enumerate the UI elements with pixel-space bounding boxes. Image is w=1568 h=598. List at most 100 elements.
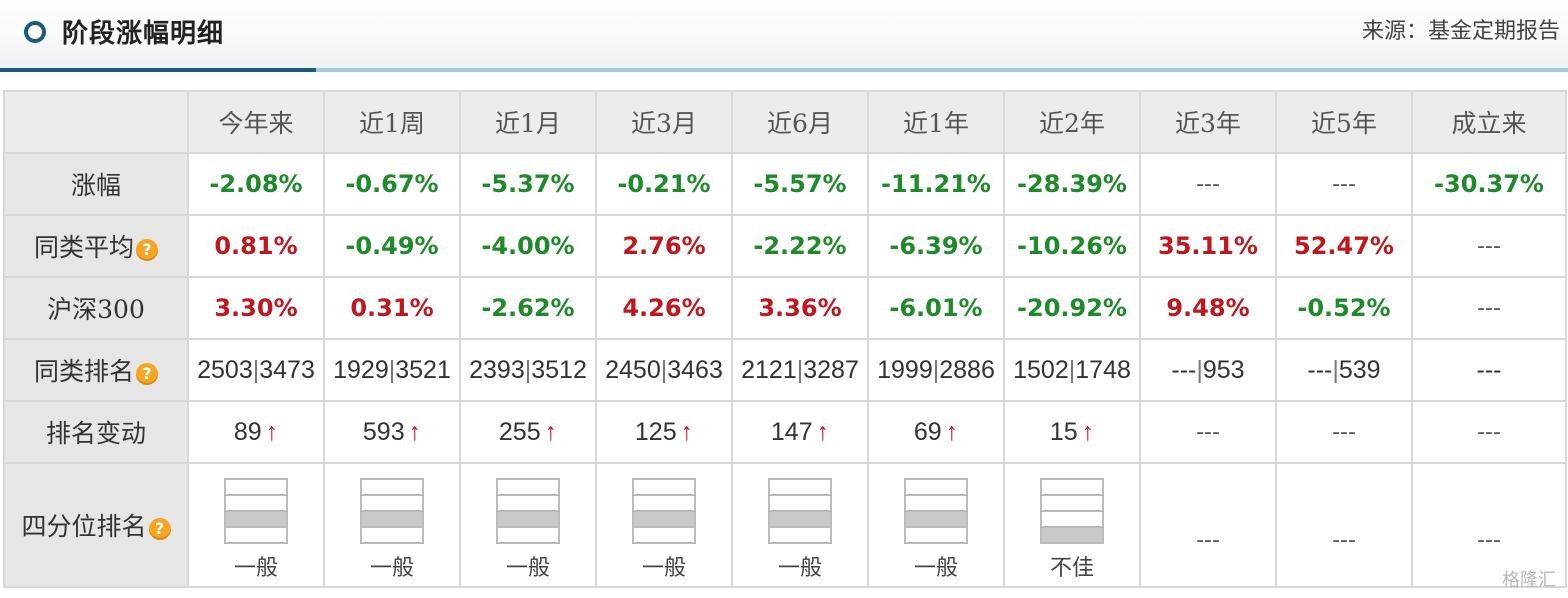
up-arrow-icon: ↑ xyxy=(945,417,959,446)
rank-change-cell: 69 ↑ xyxy=(867,400,1005,464)
rank-value: --- xyxy=(1307,355,1333,384)
value-cell: -6.01% xyxy=(867,276,1005,340)
quartile-segment xyxy=(634,496,694,512)
value-cell: 4.26% xyxy=(595,276,733,340)
rank-change-value: 593 xyxy=(362,417,405,446)
quartile-segment xyxy=(770,496,830,512)
gain-row: 涨幅 -2.08% -0.67% -5.37% -0.21% -5.57% -11.21%… xyxy=(3,152,1567,216)
value-cell: --- xyxy=(1411,276,1567,340)
quartile-label: 一般 xyxy=(913,556,958,581)
rank-total: 3521 xyxy=(395,355,451,384)
rank-cell: 2450|3463 xyxy=(595,338,733,402)
row-label-peer-rank: 同类排名? xyxy=(3,338,189,402)
value-cell: -30.37% xyxy=(1411,152,1567,216)
rank-total: 3287 xyxy=(803,355,859,384)
column-header: 近3年 xyxy=(1139,90,1277,154)
help-icon[interactable]: ? xyxy=(136,362,158,385)
rank-value: 2503 xyxy=(197,355,253,384)
quartile-chart xyxy=(904,478,968,544)
column-header: 今年来 xyxy=(187,90,325,154)
quartile-chart xyxy=(768,478,832,544)
rank-cell: ---|539 xyxy=(1275,338,1413,402)
rank-change-cell: --- xyxy=(1275,400,1413,464)
quartile-label: 一般 xyxy=(641,556,686,581)
value-cell: -6.39% xyxy=(867,214,1005,278)
quartile-cell: --- xyxy=(1275,462,1413,588)
rank-total: 3463 xyxy=(667,355,723,384)
quartile-chart xyxy=(224,478,288,544)
rank-change-value: --- xyxy=(1332,419,1356,445)
quartile-segment xyxy=(498,496,558,512)
csi300-row: 沪深300 3.30% 0.31% -2.62% 4.26% 3.36% -6.01% -2… xyxy=(3,276,1567,340)
value-cell: -2.08% xyxy=(187,152,325,216)
rank-cell: 2393|3512 xyxy=(459,338,597,402)
help-icon[interactable]: ? xyxy=(136,238,158,261)
quartile-segment xyxy=(226,496,286,512)
column-header: 近1年 xyxy=(867,90,1005,154)
quartile-label: 一般 xyxy=(233,556,278,581)
help-icon[interactable]: ? xyxy=(148,517,171,540)
section-title: 阶段涨幅明细 xyxy=(62,19,225,49)
header-rule xyxy=(316,68,1568,72)
value-cell: 3.30% xyxy=(187,276,325,340)
value-cell: -28.39% xyxy=(1003,152,1141,216)
rank-change-cell: 255 ↑ xyxy=(459,400,597,464)
circle-bullet-icon xyxy=(24,21,46,43)
quartile-label: 一般 xyxy=(777,556,822,581)
quartile-segment xyxy=(770,480,830,496)
quartile-cell: 一般 xyxy=(323,462,461,588)
quartile-chart xyxy=(632,478,696,544)
rank-value: 2393 xyxy=(469,355,525,384)
quartile-label: 一般 xyxy=(369,556,414,581)
quartile-segment xyxy=(634,480,694,496)
quartile-segment xyxy=(1042,528,1102,542)
value-cell: -2.62% xyxy=(459,276,597,340)
rank-change-value: 15 xyxy=(1049,417,1078,446)
quartile-cell: 一般 xyxy=(187,462,325,588)
quartile-segment xyxy=(906,528,966,542)
rank-cell: 1502|1748 xyxy=(1003,338,1141,402)
rank-value: --- xyxy=(1476,355,1502,384)
quartile-label: 一般 xyxy=(505,556,550,581)
rank-value: 1502 xyxy=(1013,355,1069,384)
rank-change-cell: 147 ↑ xyxy=(731,400,869,464)
quartile-cell: 一般 xyxy=(867,462,1005,588)
row-label-quartile: 四分位排名? xyxy=(3,462,189,588)
quartile-chart xyxy=(1040,478,1104,544)
rank-cell: 1999|2886 xyxy=(867,338,1005,402)
quartile-segment xyxy=(498,480,558,496)
rank-change-row: 排名变动 89 ↑ 593 ↑ 255 ↑ 125 ↑ 147 ↑ 69 ↑ 15 ↑ --- --- --- xyxy=(3,400,1567,464)
header-rule-accent xyxy=(0,68,316,72)
quartile-row: 四分位排名? 一般 一般 一般 一般 一般 一般 不佳 --- --- --- xyxy=(3,462,1567,588)
quartile-cell: 一般 xyxy=(731,462,869,588)
up-arrow-icon: ↑ xyxy=(1081,417,1095,446)
quartile-segment xyxy=(1042,496,1102,512)
rank-change-cell: 593 ↑ xyxy=(323,400,461,464)
value-cell: -2.22% xyxy=(731,214,869,278)
section-header: 阶段涨幅明细 来源：基金定期报告 xyxy=(0,0,1568,72)
up-arrow-icon: ↑ xyxy=(680,417,694,446)
value-cell: --- xyxy=(1275,152,1413,216)
column-header: 近1周 xyxy=(323,90,461,154)
row-label-gain: 涨幅 xyxy=(3,152,189,216)
column-header: 近3月 xyxy=(595,90,733,154)
rank-total: 3512 xyxy=(531,355,587,384)
rank-change-value: 147 xyxy=(770,417,813,446)
peer-rank-row: 同类排名? 2503|3473 1929|3521 2393|3512 2450|34… xyxy=(3,338,1567,402)
rank-change-value: 69 xyxy=(913,417,942,446)
rank-value: 2121 xyxy=(741,355,797,384)
value-cell: 2.76% xyxy=(595,214,733,278)
up-arrow-icon: ↑ xyxy=(816,417,830,446)
row-label-rank-change: 排名变动 xyxy=(3,400,189,464)
column-header: 成立来 xyxy=(1411,90,1567,154)
quartile-segment xyxy=(362,480,422,496)
rank-cell: 1929|3521 xyxy=(323,338,461,402)
value-cell: 9.48% xyxy=(1139,276,1277,340)
quartile-segment xyxy=(362,528,422,542)
quartile-segment xyxy=(906,496,966,512)
source-text: 来源：基金定期报告 xyxy=(1361,19,1560,44)
row-label-text: 排名变动 xyxy=(45,419,146,448)
period-performance-table: 今年来 近1周 近1月 近3月 近6月 近1年 近2年 近3年 近5年 成立来 涨幅 -2.08%… xyxy=(3,90,1567,588)
rank-change-cell: --- xyxy=(1411,400,1567,464)
rank-value: 1999 xyxy=(877,355,933,384)
